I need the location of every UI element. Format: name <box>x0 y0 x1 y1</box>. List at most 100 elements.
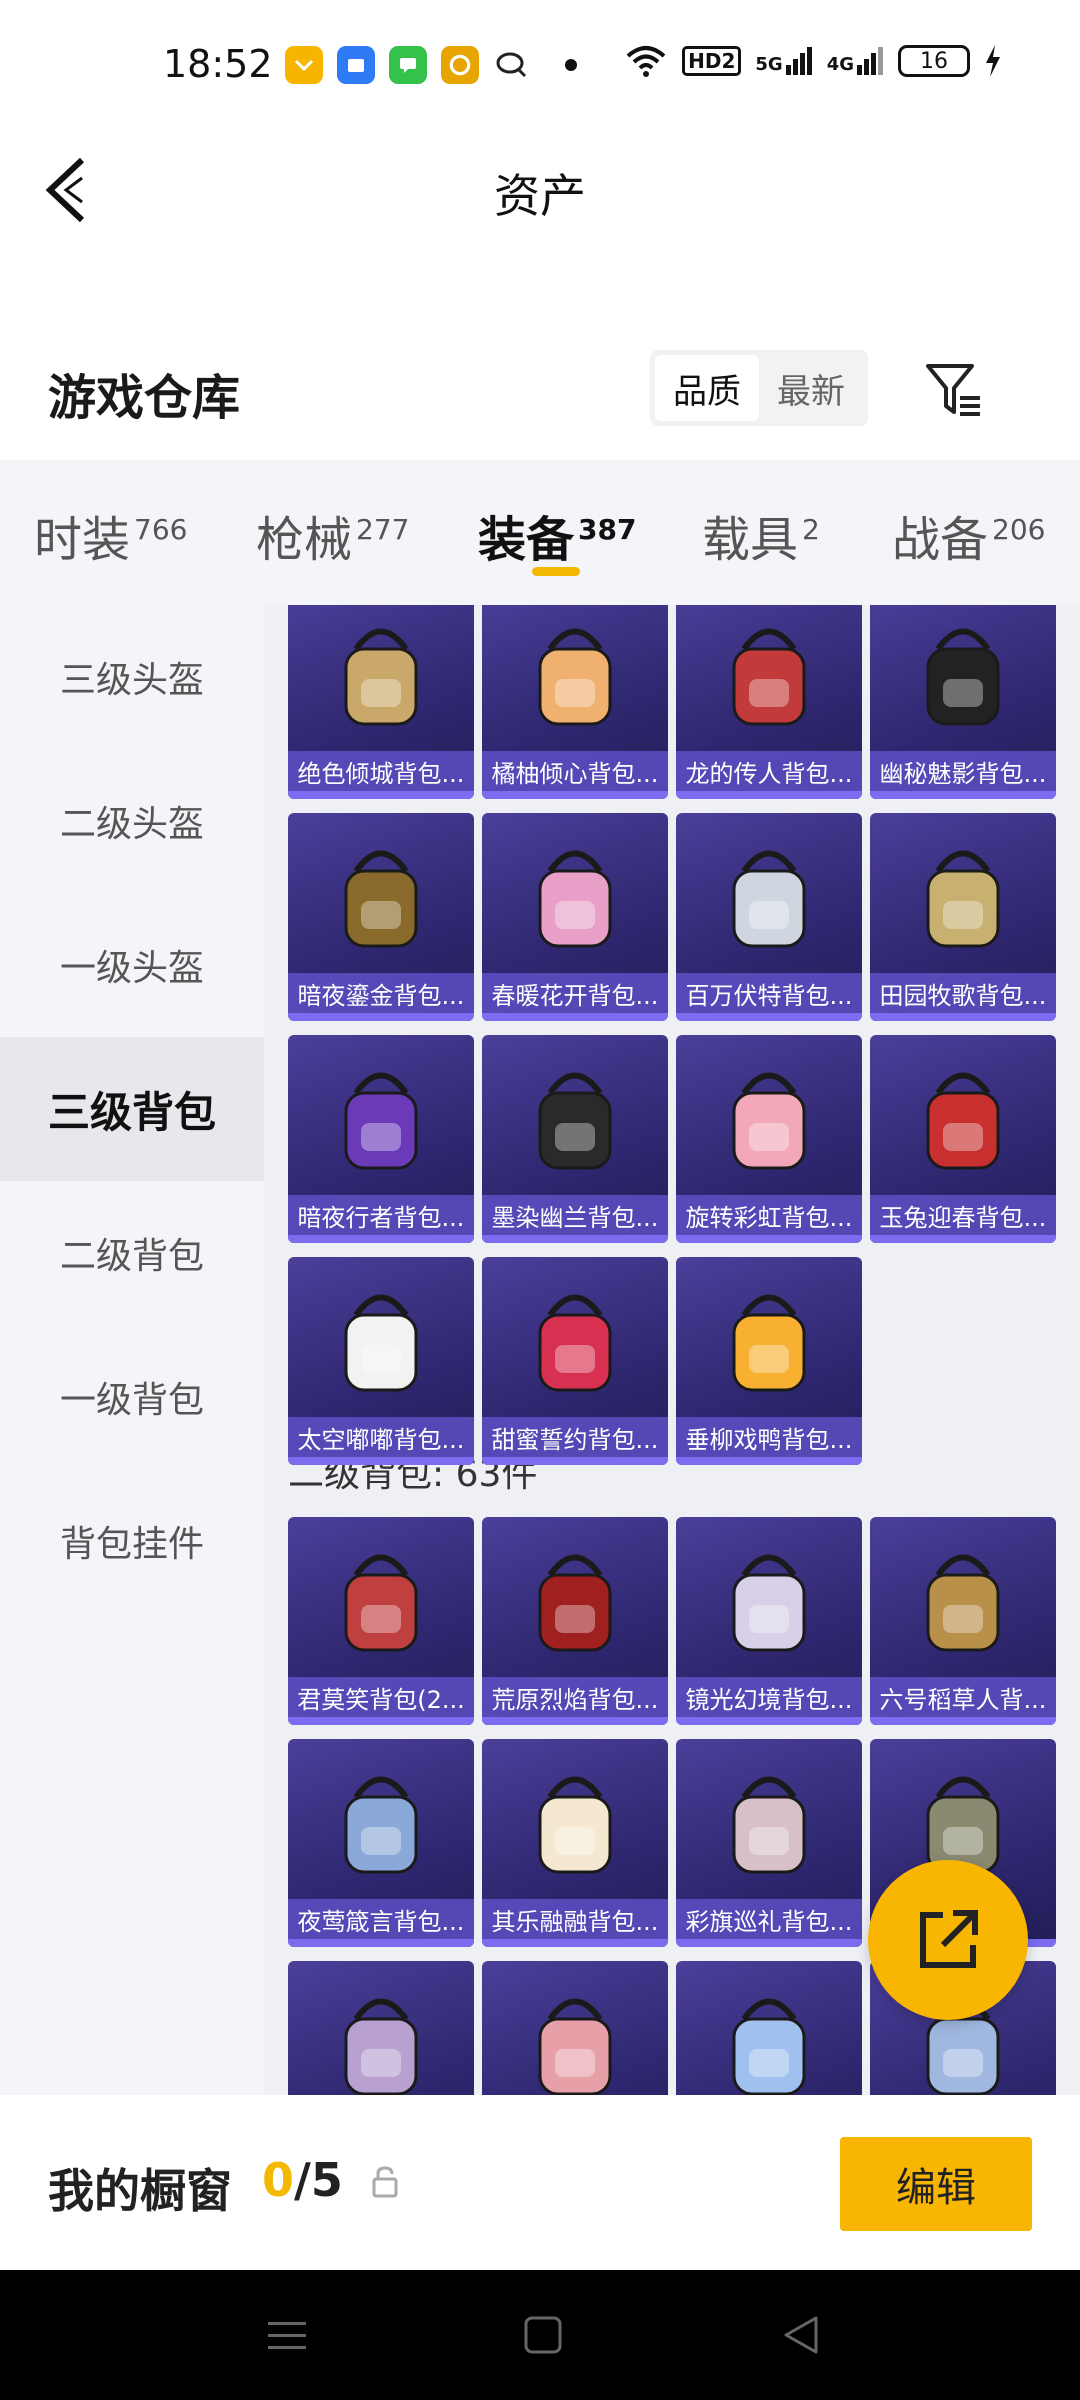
item-card-label: 垂柳戏鸭背包... <box>676 1417 862 1457</box>
item-card[interactable]: 墨染幽兰背包... <box>482 1035 668 1243</box>
item-card[interactable]: 暗夜鎏金背包... <box>288 813 474 1021</box>
item-card-label: 其乐融融背包... <box>482 1899 668 1939</box>
item-card[interactable]: 彩旗巡礼背包... <box>676 1739 862 1947</box>
backpack-icon <box>344 1294 418 1392</box>
sort-toggle: 品质 最新 <box>650 350 868 426</box>
item-card-label: 君莫笑背包(2... <box>288 1677 474 1717</box>
item-card-label: 春暖花开背包... <box>482 973 668 1013</box>
item-card[interactable]: 其乐融融背包... <box>482 1739 668 1947</box>
item-card[interactable]: 垂柳戏鸭背包... <box>676 1257 862 1465</box>
sidebar-item-backpack-charms[interactable]: 背包挂件 <box>0 1469 264 1613</box>
signal-5g: 5G <box>755 47 812 75</box>
tab-equipment[interactable]: 装备 387 <box>478 500 636 570</box>
item-card-label: 甜蜜誓约背包... <box>482 1417 668 1457</box>
filter-icon <box>926 364 980 416</box>
backpack-icon <box>344 1072 418 1170</box>
backpack-icon <box>344 628 418 726</box>
backpack-icon <box>538 1776 612 1874</box>
signal-4g-label: 4G <box>826 54 854 75</box>
sidebar-item-level3-backpack[interactable]: 三级背包 <box>0 1037 264 1181</box>
tab-fashion[interactable]: 时装 766 <box>34 500 187 570</box>
backpack-icon <box>538 850 612 948</box>
item-card-label: 荒原烈焰背包... <box>482 1677 668 1717</box>
item-card[interactable]: 田园牧歌背包... <box>870 813 1056 1021</box>
tab-count: 277 <box>356 513 410 546</box>
tab-supplies[interactable]: 战备 206 <box>892 500 1045 570</box>
back-nav-button[interactable] <box>776 2310 826 2360</box>
item-card[interactable]: 春暖花开背包... <box>482 813 668 1021</box>
item-card-label: 橘柚倾心背包... <box>482 751 668 791</box>
tab-count: 387 <box>578 513 637 546</box>
filter-button[interactable] <box>922 358 986 422</box>
sidebar-item-level2-helmet[interactable]: 二级头盔 <box>0 749 264 893</box>
home-nav-button[interactable] <box>518 2310 568 2360</box>
item-card[interactable]: 玉兔迎春背包... <box>870 1035 1056 1243</box>
backpack-icon <box>538 1072 612 1170</box>
item-card-label: 暗夜行者背包... <box>288 1195 474 1235</box>
sort-latest-button[interactable]: 最新 <box>759 355 863 421</box>
tab-label: 枪械 <box>256 512 353 568</box>
edit-button[interactable]: 编辑 <box>840 2137 1032 2231</box>
item-card[interactable]: 龙的传人背包... <box>676 605 862 799</box>
pay-icon <box>285 46 323 84</box>
more-notifications-dot <box>565 59 577 71</box>
sort-quality-button[interactable]: 品质 <box>655 355 759 421</box>
item-card-label: 龙的传人背包... <box>676 751 862 791</box>
item-card[interactable]: 绝色倾城背包... <box>288 605 474 799</box>
item-card[interactable] <box>482 1961 668 2095</box>
sidebar-item-level2-backpack[interactable]: 二级背包 <box>0 1181 264 1325</box>
item-card-label: 墨染幽兰背包... <box>482 1195 668 1235</box>
message-icon <box>389 46 427 84</box>
item-card[interactable]: 君莫笑背包(2... <box>288 1517 474 1725</box>
item-card[interactable] <box>676 1961 862 2095</box>
tab-weapons[interactable]: 枪械 277 <box>256 500 409 570</box>
showcase-count: 0/5 <box>262 2153 343 2207</box>
item-card-label: 彩旗巡礼背包... <box>676 1899 862 1939</box>
item-card[interactable]: 荒原烈焰背包... <box>482 1517 668 1725</box>
item-card-label: 田园牧歌背包... <box>870 973 1056 1013</box>
active-tab-indicator <box>532 567 580 576</box>
item-card[interactable]: 镜光幻境背包... <box>676 1517 862 1725</box>
charging-icon <box>986 45 1000 77</box>
signal-5g-label: 5G <box>755 54 783 75</box>
app-icon <box>337 46 375 84</box>
item-card[interactable]: 旋转彩虹背包... <box>676 1035 862 1243</box>
backpack-icon <box>538 1294 612 1392</box>
item-card[interactable]: 夜莺箴言背包... <box>288 1739 474 1947</box>
showcase-total: /5 <box>294 2153 343 2207</box>
item-card-label: 暗夜鎏金背包... <box>288 973 474 1013</box>
backpack-icon <box>344 1776 418 1874</box>
backpack-icon <box>926 1072 1000 1170</box>
tab-label: 装备 <box>478 512 575 568</box>
warehouse-row: 游戏仓库 品质 最新 <box>0 330 1080 450</box>
tab-label: 时装 <box>34 512 131 568</box>
share-button[interactable] <box>868 1860 1028 2020</box>
item-card[interactable]: 六号稻草人背... <box>870 1517 1056 1725</box>
backpack-icon <box>926 628 1000 726</box>
backpack-icon <box>926 850 1000 948</box>
item-card[interactable]: 甜蜜誓约背包... <box>482 1257 668 1465</box>
sidebar-item-level1-backpack[interactable]: 一级背包 <box>0 1325 264 1469</box>
battery-indicator: 16 <box>898 45 970 77</box>
item-card[interactable]: 暗夜行者背包... <box>288 1035 474 1243</box>
tab-vehicles[interactable]: 载具 2 <box>702 500 820 570</box>
signal-4g: 4G <box>827 47 884 75</box>
item-card[interactable] <box>288 1961 474 2095</box>
backpack-icon <box>732 1998 806 2095</box>
tab-label: 战备 <box>892 512 989 568</box>
item-card[interactable]: 橘柚倾心背包... <box>482 605 668 799</box>
tab-label: 载具 <box>702 512 799 568</box>
item-card[interactable]: 百万伏特背包... <box>676 813 862 1021</box>
showcase-current: 0 <box>262 2153 295 2207</box>
system-icons: HD2 5G 4G 16 <box>624 44 1002 78</box>
showcase-bar: 我的橱窗 0/5 编辑 <box>0 2095 1080 2270</box>
page-title: 资产 <box>494 169 586 223</box>
header: 资产 <box>0 130 1080 260</box>
item-card[interactable]: 幽秘魅影背包... <box>870 605 1056 799</box>
menu-nav-button[interactable] <box>262 2310 312 2360</box>
sidebar-item-level3-helmet[interactable]: 三级头盔 <box>0 605 264 749</box>
item-card[interactable]: 太空嘟嘟背包... <box>288 1257 474 1465</box>
item-card-label: 幽秘魅影背包... <box>870 751 1056 791</box>
sidebar-item-level1-helmet[interactable]: 一级头盔 <box>0 893 264 1037</box>
tab-count: 206 <box>992 513 1046 546</box>
